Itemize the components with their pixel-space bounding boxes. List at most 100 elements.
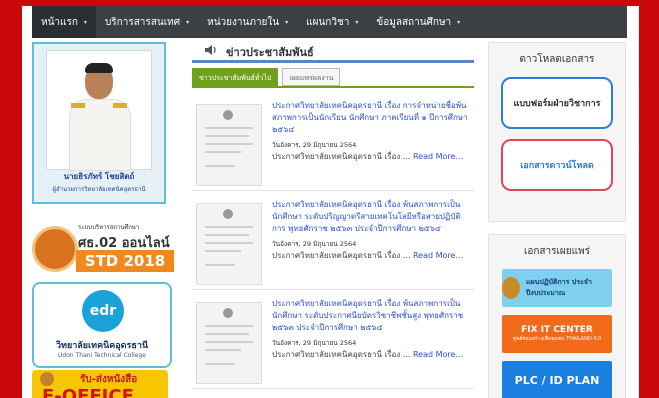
- thumb-line: [205, 250, 241, 252]
- director-title: ผู้อำนวยการวิทยาลัยเทคนิคอุดรธานี: [52, 186, 146, 193]
- news-title-link[interactable]: ประกาศวิทยาลัยเทคนิคอุดรธานี เรื่อง พ้นส…: [272, 298, 472, 334]
- tab-published-works[interactable]: เผยแพร่ผลงาน: [282, 68, 341, 86]
- thumb-line: [205, 165, 235, 167]
- uniform: [69, 99, 131, 171]
- e-office-banner[interactable]: รับ-ส่งหนังสือ E-OFFICE: [32, 370, 168, 398]
- news-date: วันอังคาร, 29 มิถุนายน 2564: [272, 339, 357, 347]
- thumb-line: [205, 135, 249, 137]
- news-date: วันอังคาร, 29 มิถุนายน 2564: [272, 141, 357, 149]
- read-more-link[interactable]: Read More...: [413, 251, 463, 260]
- seal-icon: [40, 372, 54, 386]
- news-date: วันอังคาร, 29 มิถุนายน 2564: [272, 240, 357, 248]
- thumb-line: [205, 325, 253, 327]
- std-caption: ระบบบริหารสถานศึกษา: [78, 224, 140, 231]
- thumb-line: [205, 143, 253, 145]
- std-2018-banner[interactable]: ระบบบริหารสถานศึกษา ศธ.02 ออนไลน์ STD 20…: [32, 218, 174, 276]
- fix-it-label: FIX IT CENTER: [521, 325, 593, 335]
- garuda-icon: [223, 308, 233, 318]
- academic-forms-button[interactable]: แบบฟอร์มฝ่ายวิชาการ: [501, 77, 613, 129]
- chevron-down-icon: ▾: [457, 18, 461, 26]
- seal-icon: [502, 277, 520, 299]
- chevron-down-icon: ▾: [83, 18, 87, 26]
- thumb-line: [205, 341, 253, 343]
- chevron-down-icon: ▾: [355, 18, 359, 26]
- fix-it-subtitle: ศูนย์ซ่อมสร้างเพื่อชุมชน THAILAND 4.0: [512, 336, 602, 342]
- news-excerpt: ประกาศวิทยาลัยเทคนิคอุดรธานี เรื่อง ... …: [272, 150, 472, 163]
- section-title: ข่าวประชาสัมพันธ์: [226, 46, 314, 59]
- chevron-down-icon: ▾: [186, 18, 190, 26]
- document-thumbnail[interactable]: [196, 104, 262, 186]
- document-thumbnail[interactable]: [196, 302, 262, 384]
- action-plan-label: แผนปฏิบัติการ ประจำปีงบประมาณ: [525, 278, 592, 297]
- std-label: STD 2018: [76, 250, 174, 272]
- news-list: ประกาศวิทยาลัยเทคนิคอุดรธานี เรื่อง การจ…: [192, 94, 474, 391]
- nav-item-label: ข้อมูลสถานศึกษา: [376, 16, 452, 28]
- news-header: ข่าวประชาสัมพันธ์: [192, 42, 474, 63]
- plc-label: PLC / ID PLAN: [514, 373, 600, 387]
- nav-item-departments[interactable]: หน่วยงานภายใน ▾: [198, 6, 297, 38]
- left-sidebar: นายธิรภัทร์ โชยสิตถ์ ผู้อำนวยการวิทยาลัย…: [32, 42, 174, 398]
- nav-item-label: แผนกวิชา: [306, 16, 350, 28]
- edr-logo-icon: edr: [82, 290, 124, 332]
- thumb-line: [205, 264, 235, 266]
- edr-banner[interactable]: edr วิทยาลัยเทคนิคอุดรธานี Udon Thani Te…: [32, 282, 172, 368]
- nav-item-label: บริการสารสนเทศ: [104, 16, 181, 28]
- garuda-icon: [223, 209, 233, 219]
- excerpt-text: ประกาศวิทยาลัยเทคนิคอุดรธานี เรื่อง ...: [272, 251, 411, 260]
- publish-title: เอกสารเผยแพร่: [523, 246, 591, 257]
- tab-underline: [192, 86, 474, 88]
- nav-item-info-services[interactable]: บริการสารสนเทศ ▾: [96, 6, 198, 38]
- read-more-link[interactable]: Read More...: [413, 350, 463, 359]
- shoulder-board: [71, 103, 85, 108]
- nav-item-school-info[interactable]: ข้อมูลสถานศึกษา ▾: [367, 6, 469, 38]
- plc-id-plan-banner[interactable]: PLC / ID PLAN: [502, 361, 612, 398]
- nav-item-divisions[interactable]: แผนกวิชา ▾: [297, 6, 367, 38]
- chevron-down-icon: ▾: [285, 18, 289, 26]
- right-sidebar: ดาวโหลดเอกสาร แบบฟอร์มฝ่ายวิชาการ เอกสาร…: [488, 42, 626, 398]
- nav-item-label: หน้าแรก: [41, 16, 78, 28]
- shoulder-board: [113, 103, 127, 108]
- tab-general-news[interactable]: ข่าวประชาสัมพันธ์ทั่วไป: [192, 68, 279, 86]
- thumb-line: [205, 234, 249, 236]
- ministry-seal-icon: [32, 226, 78, 272]
- thumb-line: [205, 363, 235, 365]
- thumb-line: [205, 127, 253, 129]
- director-name: นายธิรภัทร์ โชยสิตถ์: [63, 172, 135, 181]
- news-excerpt: ประกาศวิทยาลัยเทคนิคอุดรธานี เรื่อง ... …: [272, 249, 472, 262]
- thumb-line: [205, 151, 241, 153]
- downloads-button[interactable]: เอกสารดาวน์โหลด: [501, 139, 613, 191]
- main-nav: หน้าแรก ▾ บริการสารสนเทศ ▾ หน่วยงานภายใน…: [32, 6, 627, 38]
- news-item: ประกาศวิทยาลัยเทคนิคอุดรธานี เรื่อง การจ…: [192, 94, 474, 191]
- thumb-line: [205, 242, 253, 244]
- action-plan-banner[interactable]: แผนปฏิบัติการ ประจำปีงบประมาณ: [502, 269, 612, 307]
- news-item: ประกาศวิทยาลัยเทคนิคอุดรธานี เรื่อง พ้นส…: [192, 292, 474, 389]
- edr-college-name-en: Udon Thani Technical College: [58, 352, 146, 359]
- publish-box: เอกสารเผยแพร่ แผนปฏิบัติการ ประจำปีงบประ…: [488, 234, 626, 398]
- page: หน้าแรก ▾ บริการสารสนเทศ ▾ หน่วยงานภายใน…: [22, 6, 639, 398]
- e-office-caption: รับ-ส่งหนังสือ: [80, 374, 138, 385]
- excerpt-text: ประกาศวิทยาลัยเทคนิคอุดรธานี เรื่อง ...: [272, 152, 411, 161]
- read-more-link[interactable]: Read More...: [413, 152, 463, 161]
- download-box: ดาวโหลดเอกสาร แบบฟอร์มฝ่ายวิชาการ เอกสาร…: [488, 42, 626, 222]
- news-excerpt: ประกาศวิทยาลัยเทคนิคอุดรธานี เรื่อง ... …: [272, 348, 472, 361]
- news-title-link[interactable]: ประกาศวิทยาลัยเทคนิคอุดรธานี เรื่อง การจ…: [272, 100, 472, 136]
- hair: [85, 63, 113, 73]
- garuda-icon: [223, 110, 233, 120]
- edr-college-name: วิทยาลัยเทคนิคอุดรธานี: [55, 341, 149, 351]
- photo-background: [46, 50, 152, 171]
- thumb-line: [205, 226, 253, 228]
- fix-it-center-banner[interactable]: FIX IT CENTER ศูนย์ซ่อมสร้างเพื่อชุมชน T…: [502, 315, 612, 353]
- news-section: ข่าวประชาสัมพันธ์ ข่าวประชาสัมพันธ์ทั่วไ…: [184, 42, 474, 398]
- document-thumbnail[interactable]: [196, 203, 262, 285]
- download-title: ดาวโหลดเอกสาร: [519, 54, 595, 65]
- thumb-line: [205, 333, 249, 335]
- news-item: ประกาศวิทยาลัยเทคนิคอุดรธานี เรื่อง พ้นส…: [192, 193, 474, 290]
- speaker-icon: [205, 45, 216, 55]
- thumb-line: [205, 349, 241, 351]
- e-office-label: E-OFFICE: [42, 386, 134, 398]
- news-title-link[interactable]: ประกาศวิทยาลัยเทคนิคอุดรธานี เรื่อง พ้นส…: [272, 199, 472, 235]
- excerpt-text: ประกาศวิทยาลัยเทคนิคอุดรธานี เรื่อง ...: [272, 350, 411, 359]
- nav-item-label: หน่วยงานภายใน: [207, 16, 280, 28]
- news-tabs: ข่าวประชาสัมพันธ์ทั่วไป เผยแพร่ผลงาน: [192, 68, 344, 86]
- nav-item-home[interactable]: หน้าแรก ▾: [32, 6, 96, 38]
